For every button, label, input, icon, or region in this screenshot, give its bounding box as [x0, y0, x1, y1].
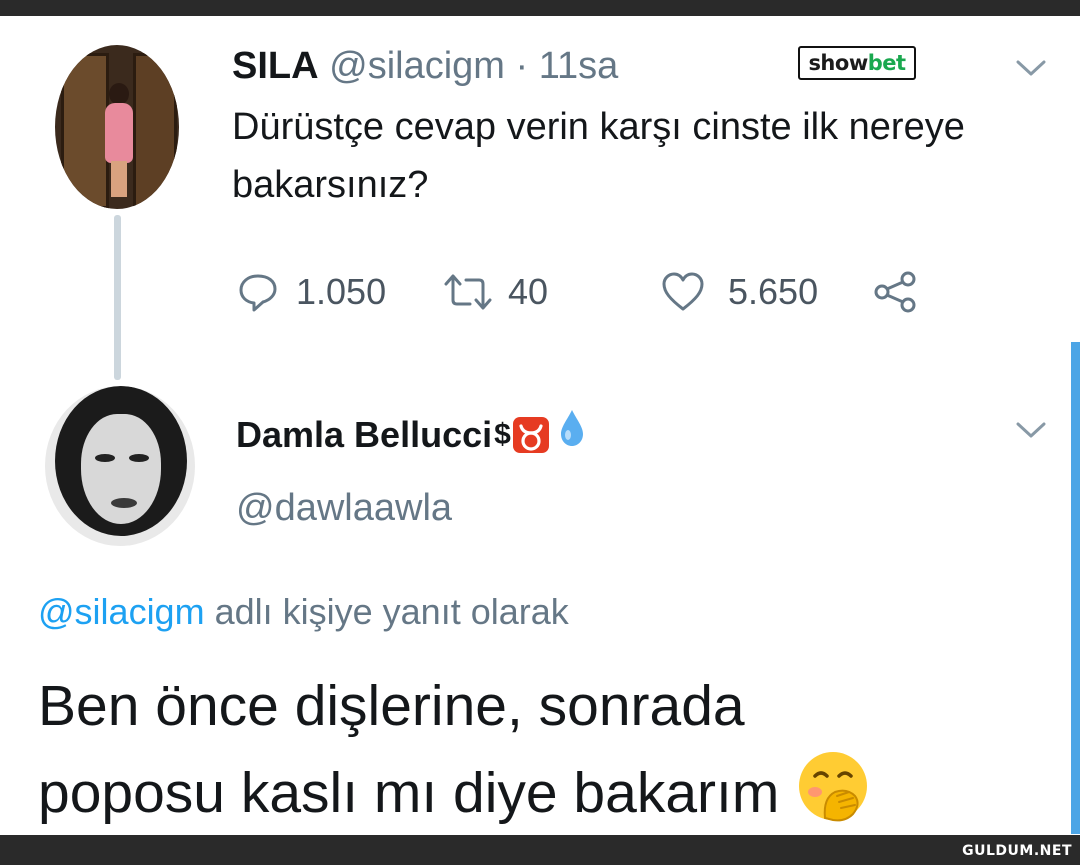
name-symbol: $: [494, 418, 511, 451]
header-separator: ·: [515, 45, 529, 87]
retweet-icon: [444, 274, 492, 310]
avatar-photo-door-right: [133, 53, 177, 209]
like-count: 5.650: [728, 271, 819, 312]
hand-over-mouth-emoji: [795, 748, 871, 847]
heart-icon: [662, 272, 704, 311]
reply-text-line: Ben önce dişlerine, sonrada: [38, 674, 745, 738]
bottom-frame-bar: [0, 835, 1080, 865]
share-action[interactable]: [872, 268, 920, 316]
avatar-photo-lips: [111, 498, 137, 508]
avatar-photo-figure-head: [109, 83, 129, 105]
reply-author-name[interactable]: Damla Bellucci $: [236, 408, 587, 462]
top-frame-bar: [0, 0, 1080, 16]
reply-author-name-text: Damla Bellucci: [236, 414, 493, 455]
author-handle[interactable]: @silacigm: [329, 45, 505, 87]
tweet-text: Dürüstçe cevap verin karşı cinste ilk ne…: [232, 106, 965, 206]
watermark: GULDUM.NET: [962, 843, 1072, 859]
replying-to: @silacigm adlı kişiye yanıt olarak: [38, 585, 569, 639]
like-action[interactable]: 5.650: [660, 268, 818, 316]
retweet-count: 40: [508, 271, 549, 312]
reply-to-mention-link[interactable]: @silacigm: [38, 591, 205, 632]
avatar-photo-figure-dress: [105, 103, 133, 163]
reply-text-line: poposu kaslı mı diye bakarım: [38, 748, 1038, 847]
thread-connector-line: [114, 215, 121, 380]
avatar[interactable]: [45, 386, 195, 546]
chevron-down-icon[interactable]: [1014, 420, 1048, 440]
taurus-icon: [512, 417, 549, 453]
avatar-photo-door-left: [61, 53, 109, 209]
avatar[interactable]: [55, 45, 179, 209]
retweet-action[interactable]: 40: [440, 268, 548, 316]
reply-text: Ben önce dişlerine, sonrada poposu kaslı…: [38, 664, 1038, 847]
reply-to-text: adlı kişiye yanıt olarak: [204, 591, 569, 632]
reply-count: 1.050: [296, 271, 387, 312]
avatar-photo-eye: [95, 454, 115, 462]
reply-icon: [239, 274, 277, 312]
reply-author-handle[interactable]: @dawlaawla: [236, 480, 452, 536]
tweet-header: SILA @silacigm · 11sa: [232, 40, 618, 92]
scrollbar[interactable]: [1071, 342, 1080, 834]
reply-action[interactable]: 1.050: [236, 268, 386, 316]
chevron-down-icon[interactable]: [1014, 58, 1048, 78]
share-icon: [874, 271, 916, 313]
showbet-logo: showbet: [798, 46, 916, 80]
droplet-icon: [557, 408, 587, 462]
avatar-photo-figure-legs: [111, 161, 127, 197]
avatar-photo-eye: [129, 454, 149, 462]
tweet-timestamp[interactable]: 11sa: [539, 45, 619, 87]
author-name[interactable]: SILA: [232, 45, 319, 87]
